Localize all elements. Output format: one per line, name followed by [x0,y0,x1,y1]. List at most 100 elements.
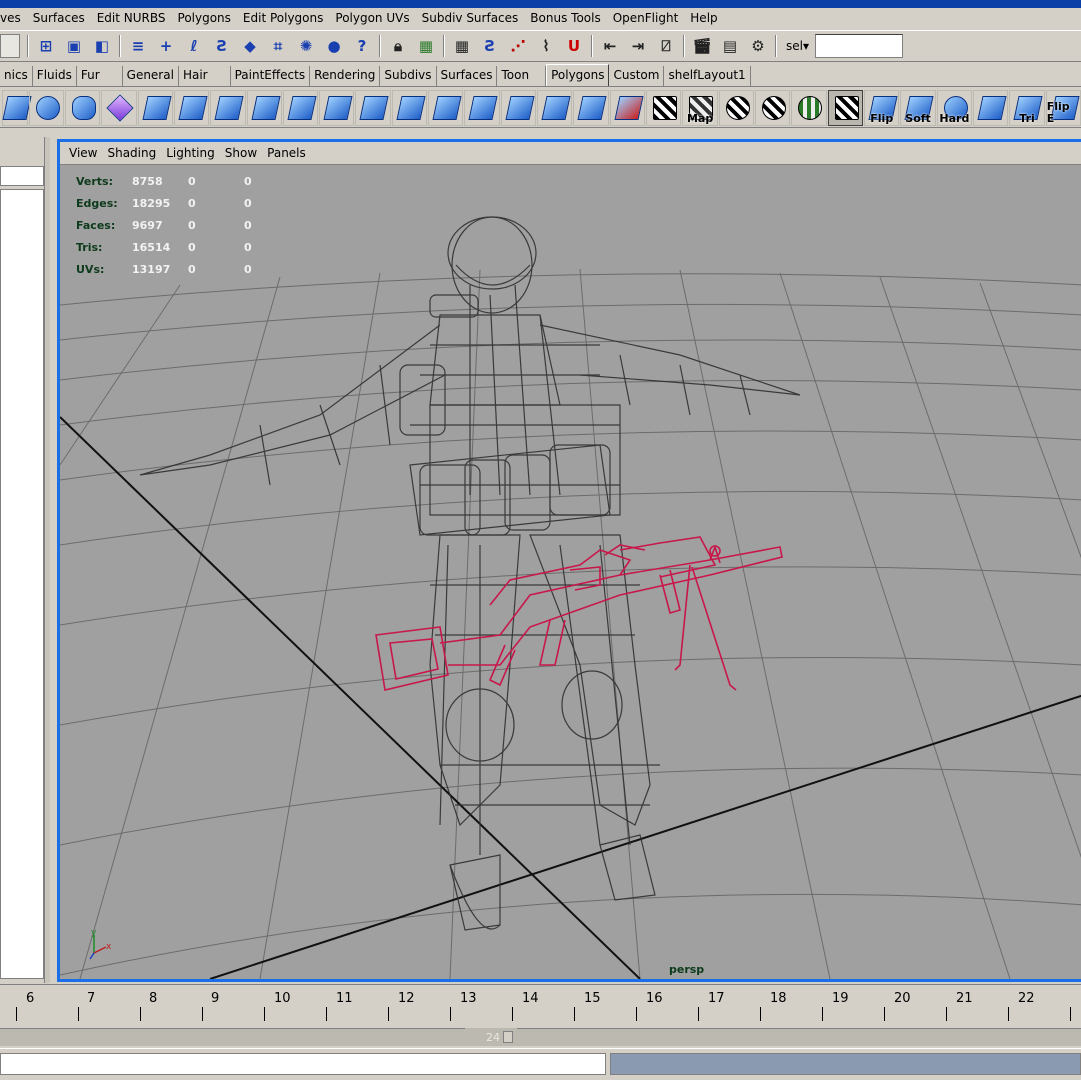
poly-split-icon[interactable] [428,89,464,126]
input-connections-icon[interactable]: ⇤ [598,34,622,58]
menu-bonus-tools[interactable]: Bonus Tools [524,8,606,29]
panel-menu-lighting[interactable]: Lighting [161,146,220,160]
triangulate-icon[interactable]: Tri [1009,89,1045,126]
poly-subdivide-icon[interactable] [391,89,428,126]
tab-fur[interactable]: Fur [77,66,123,86]
ipr-render-icon[interactable]: ▤ [718,34,742,58]
flip-uvs-icon[interactable]: Flip [864,89,900,126]
poly-plane-icon[interactable] [137,89,173,126]
range-track[interactable] [0,1028,1081,1046]
deformer-mask-icon[interactable]: ⌗ [266,34,290,58]
make-live-icon[interactable]: U [562,34,586,58]
harden-edge-icon[interactable]: Hard [936,89,973,126]
select-by-object-icon[interactable]: ▣ [62,34,86,58]
panel-menu-panels[interactable]: Panels [262,146,311,160]
snap-point-icon[interactable]: ⋰ [506,34,530,58]
construction-history-icon[interactable]: ⍁ [654,34,678,58]
frame-19-label: 19 [832,991,849,1006]
surface-mask-icon[interactable]: ◆ [238,34,262,58]
range-slider-handle[interactable] [503,1031,513,1043]
menu-curves[interactable]: ves [0,8,27,29]
outliner-list[interactable] [0,189,44,979]
uv-layout-icon[interactable] [827,89,864,126]
spherical-mapping-icon[interactable] [755,89,791,126]
tab-hair[interactable]: Hair [179,66,231,86]
snap-curve-icon[interactable]: Ƨ [478,34,502,58]
poly-cylinder-icon[interactable] [64,89,101,126]
tab-general[interactable]: General [123,66,179,86]
select-by-hierarchy-icon[interactable]: ⊞ [34,34,58,58]
poly-cut-faces-icon[interactable] [464,89,500,126]
highlight-selection-icon[interactable]: ▦ [414,34,438,58]
menu-help[interactable]: Help [684,8,723,29]
render-mask-icon[interactable]: ● [322,34,346,58]
poly-smooth-icon[interactable] [355,89,391,126]
handle-mask-icon[interactable]: + [154,34,178,58]
poly-quad-icon[interactable] [973,89,1009,126]
poly-extrude-edge-icon[interactable] [282,89,319,126]
tab-fluids[interactable]: Fluids [33,66,77,86]
outliner-filter-field[interactable] [0,166,44,186]
dynamics-mask-icon[interactable]: ✺ [294,34,318,58]
poly-bevel-icon[interactable] [319,89,355,126]
time-slider[interactable]: 6 7 8 9 10 11 12 13 14 15 16 17 18 19 20… [0,984,1081,1026]
poly-separate-icon[interactable] [210,89,246,126]
joint-mask-icon[interactable]: ℓ [182,34,206,58]
mask-menu-icon[interactable]: ≡ [126,34,150,58]
menu-surfaces[interactable]: Surfaces [27,8,91,29]
curve-mask-icon[interactable]: Ƨ [210,34,234,58]
command-input[interactable] [0,1053,606,1075]
poly-cube-icon[interactable] [101,89,137,126]
uv-texture-editor-icon[interactable] [791,89,827,126]
render-frame-icon[interactable]: 🎬︎ [690,34,714,58]
menu-edit-nurbs[interactable]: Edit NURBS [91,8,172,29]
flip-edge-icon[interactable]: Flip E [1045,89,1081,126]
poly-normal-icon[interactable] [609,89,646,126]
lock-selection-icon[interactable]: 🔒︎ [386,34,410,58]
render-globals-icon[interactable]: ⚙ [746,34,770,58]
hud-label-tris: Tris: [76,240,103,254]
misc-mask-icon[interactable]: ? [350,34,374,58]
tab-custom[interactable]: Custom [609,66,665,86]
snap-grid-icon[interactable]: ▦ [450,34,474,58]
cylindrical-mapping-icon[interactable] [718,89,755,126]
frame-tick [884,1007,885,1021]
tab-dynamics[interactable]: nics [0,66,33,86]
quick-selection-field[interactable] [815,34,903,58]
tab-surfaces[interactable]: Surfaces [437,66,498,86]
menu-polygons[interactable]: Polygons [172,8,237,29]
poly-tool-icon[interactable] [2,89,32,126]
tab-toon[interactable]: Toon [497,66,547,86]
menu-polygon-uvs[interactable]: Polygon UVs [329,8,415,29]
range-slider[interactable]: 24 [465,1028,517,1046]
tab-rendering[interactable]: Rendering [310,66,381,86]
tab-polygons[interactable]: Polygons [546,64,610,86]
planar-mapping-icon[interactable] [646,89,682,126]
mode-selector[interactable] [0,34,20,58]
panel-menu-view[interactable]: View [64,146,102,160]
automatic-mapping-icon[interactable]: Map [682,89,718,126]
panel-menu-show[interactable]: Show [220,146,262,160]
tab-subdivs[interactable]: Subdivs [380,66,437,86]
select-by-component-icon[interactable]: ◧ [90,34,114,58]
tab-painteffects[interactable]: PaintEffects [231,66,311,86]
scene-canvas[interactable] [60,165,1081,979]
perspective-viewport[interactable]: View Shading Lighting Show Panels Verts:… [57,139,1081,982]
tab-shelflayout1[interactable]: shelfLayout1 [664,66,751,86]
outliner-scrollbar[interactable] [44,137,50,983]
menu-edit-polygons[interactable]: Edit Polygons [237,8,329,29]
poly-sphere-icon[interactable] [28,89,64,126]
poly-duplicate-face-icon[interactable] [573,89,609,126]
poly-extrude-face-icon[interactable] [246,89,282,126]
panel-menu-shading[interactable]: Shading [102,146,161,160]
quick-selection-label[interactable]: sel▾ [786,39,809,53]
poly-collapse-icon[interactable] [537,89,573,126]
poly-merge-icon[interactable] [500,89,537,126]
output-connections-icon[interactable]: ⇥ [626,34,650,58]
menu-subdiv-surfaces[interactable]: Subdiv Surfaces [416,8,525,29]
menu-openflight[interactable]: OpenFlight [607,8,685,29]
soften-edge-icon[interactable]: Soft [900,89,936,126]
poly-combine-icon[interactable] [173,89,210,126]
snap-view-plane-icon[interactable]: ⌇ [534,34,558,58]
divider [27,35,29,57]
